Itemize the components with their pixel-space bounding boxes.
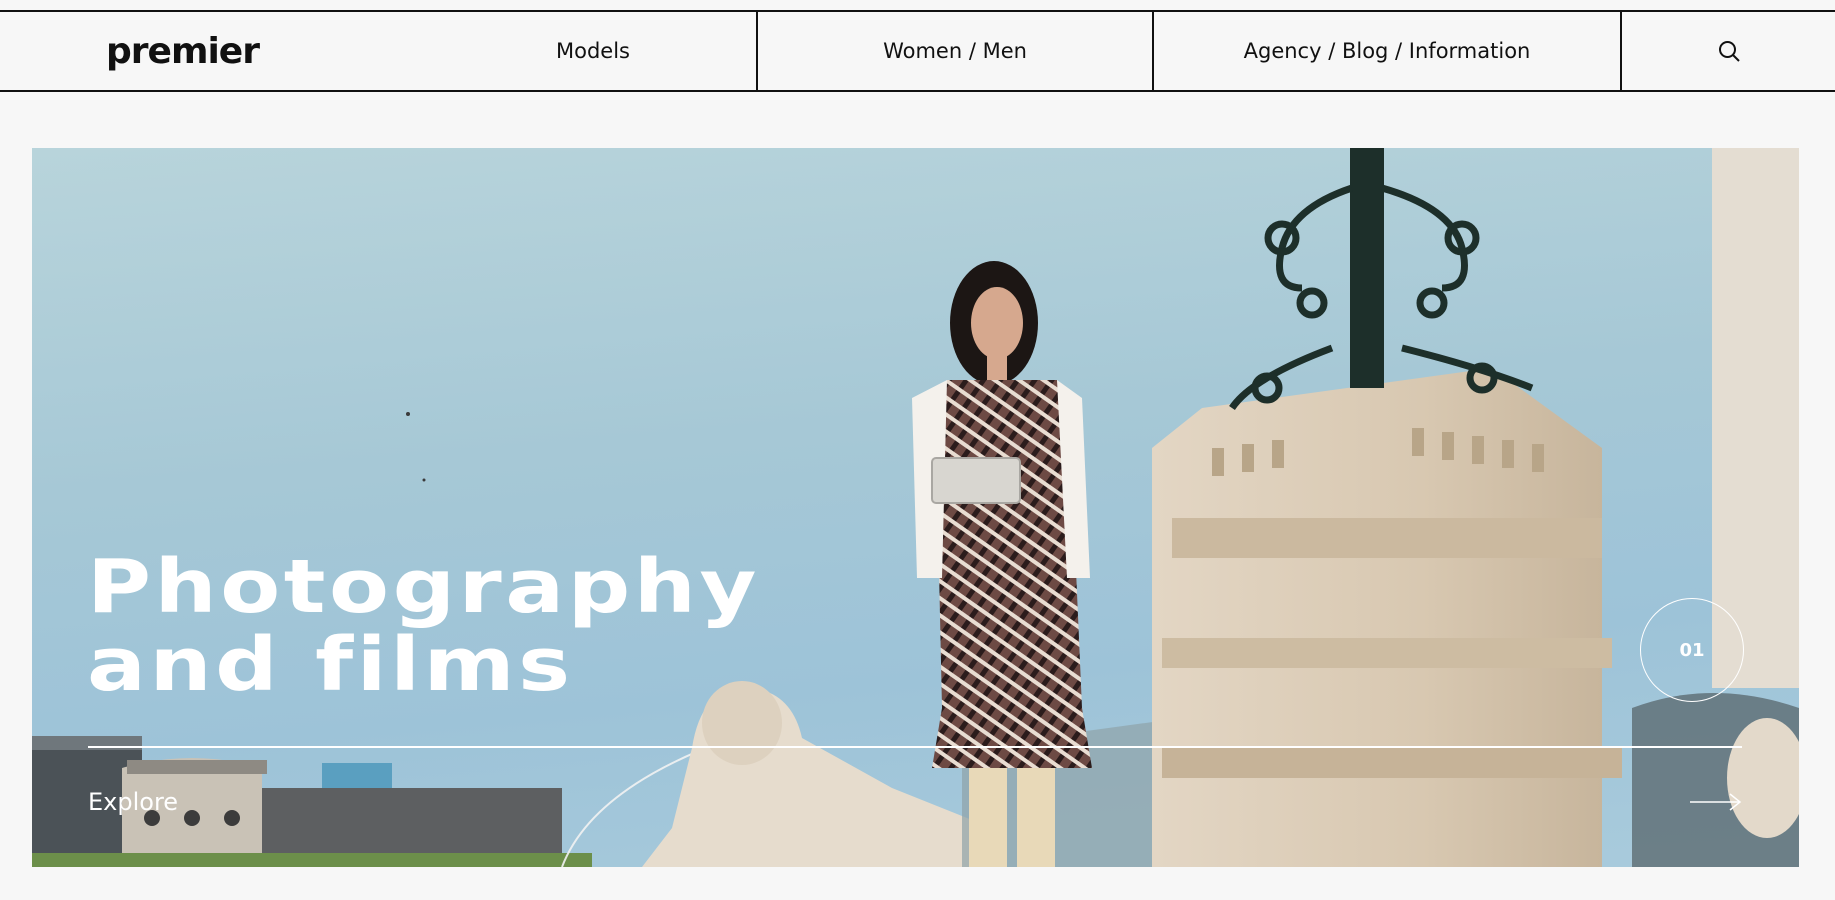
logo-cell: premier: [0, 12, 430, 90]
search-icon: [1718, 41, 1740, 62]
nav-women-men[interactable]: Women / Men: [758, 12, 1154, 90]
hero-title-line-2: and films: [87, 622, 574, 708]
iron-lamp-post: [1229, 148, 1534, 411]
nav-models[interactable]: Models: [430, 12, 758, 90]
top-navigation: premier Models Women / Men Agency / Blog…: [0, 10, 1835, 92]
slide-number: 01: [1679, 639, 1705, 661]
arrow-right-icon[interactable]: [1690, 792, 1742, 812]
logo[interactable]: premier: [106, 31, 260, 72]
hero-image: [32, 148, 1799, 867]
hero-banner: Photography and films 01 Explore: [32, 148, 1799, 867]
lion-statue: [642, 681, 992, 867]
slide-indicator[interactable]: 01: [1640, 598, 1744, 702]
explore-link[interactable]: Explore: [88, 788, 178, 816]
hero-title: Photography and films: [87, 548, 760, 704]
search-button[interactable]: [1622, 12, 1835, 90]
hero-title-line-1: Photography: [87, 544, 760, 630]
hero-divider: [88, 746, 1742, 748]
stone-pedestal: [1152, 368, 1622, 867]
nav-agency-blog-information[interactable]: Agency / Blog / Information: [1154, 12, 1622, 90]
